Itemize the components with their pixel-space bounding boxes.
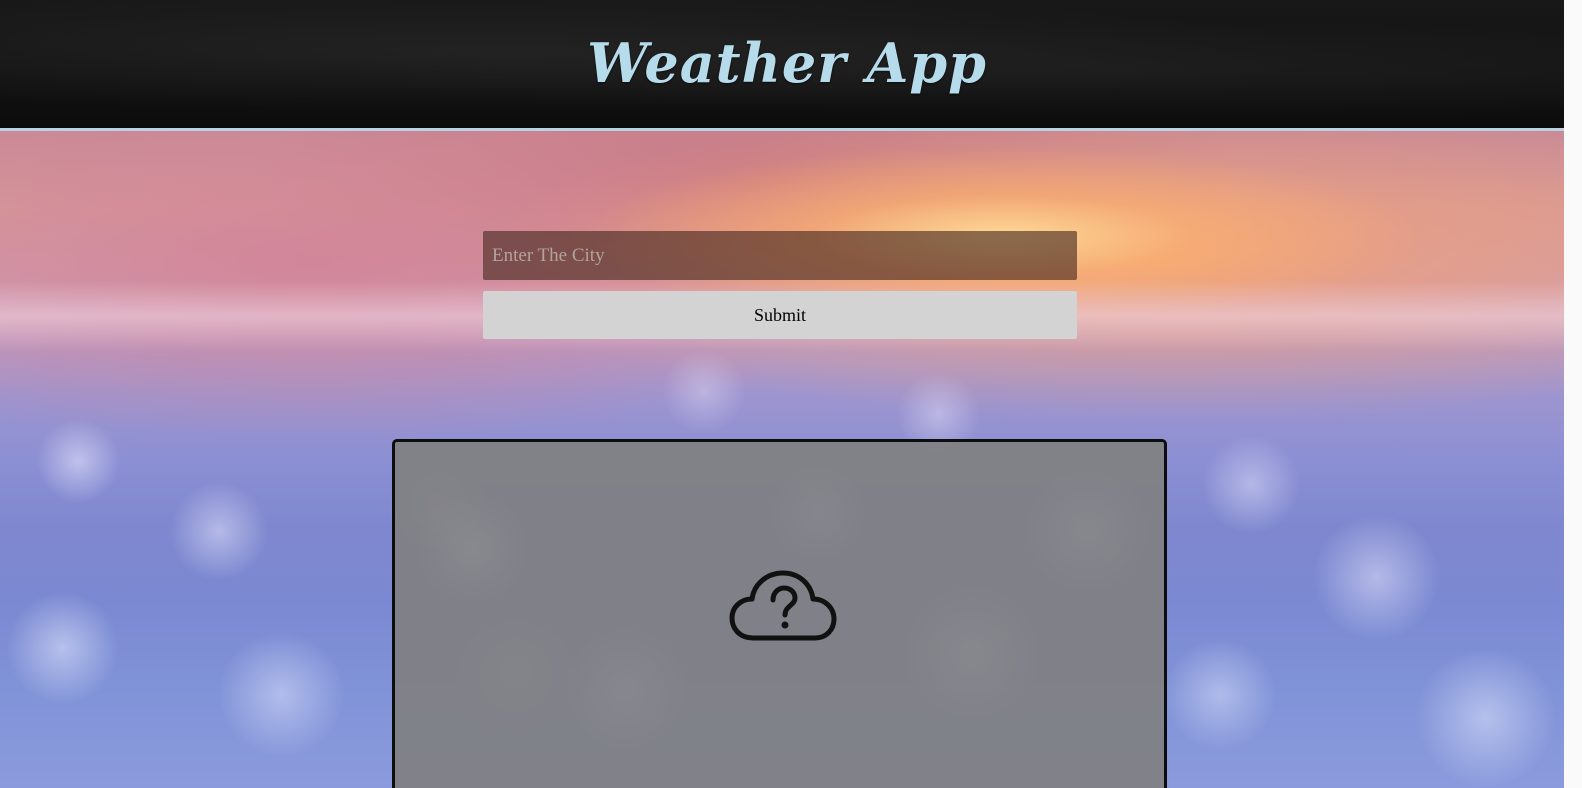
- submit-button[interactable]: Submit: [483, 291, 1077, 339]
- page-title: Weather App: [587, 31, 987, 95]
- city-input[interactable]: [483, 231, 1077, 280]
- cloud-question-icon: [729, 570, 837, 641]
- scrollbar-track[interactable]: [1564, 0, 1582, 788]
- app-header: Weather App: [0, 0, 1564, 131]
- weather-result-card: [392, 439, 1167, 788]
